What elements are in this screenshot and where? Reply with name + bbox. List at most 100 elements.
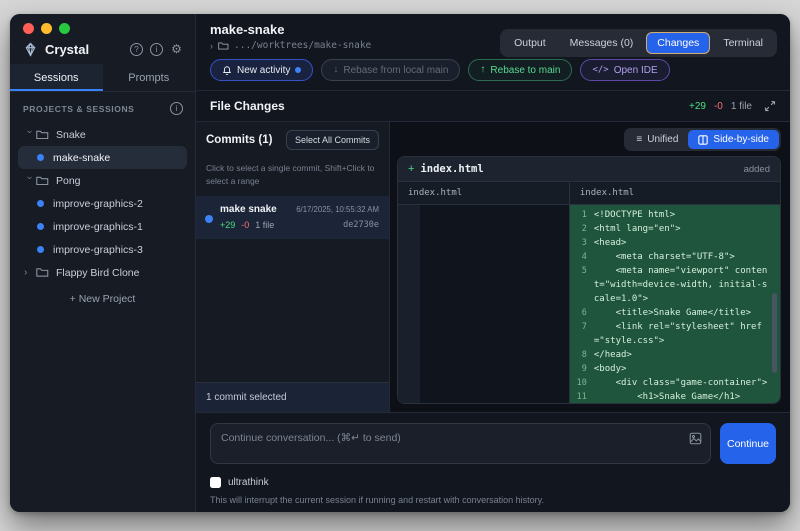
- line-number: 11: [570, 390, 594, 403]
- chevron-right-icon: ›: [24, 267, 35, 278]
- line-number: 1: [570, 208, 594, 222]
- session-item-improve-graphics-3[interactable]: improve-graphics-3: [18, 238, 187, 261]
- close-window-button[interactable]: [23, 23, 34, 34]
- session-item-improve-graphics-1[interactable]: improve-graphics-1: [18, 215, 187, 238]
- commit-timestamp: 6/17/2025, 10:55:32 AM: [296, 205, 379, 214]
- folder-closed-icon: [36, 267, 49, 278]
- tab-sessions[interactable]: Sessions: [10, 64, 103, 91]
- continue-button[interactable]: Continue: [720, 423, 776, 464]
- file-added-icon: +: [408, 163, 414, 175]
- projects-section-label: PROJECTS & SESSIONS: [23, 104, 170, 114]
- code-line: <link rel="stylesheet" href="style.css">: [594, 320, 780, 348]
- open-ide-button[interactable]: </> Open IDE: [580, 59, 669, 81]
- arrow-up-icon: ↑: [480, 65, 485, 75]
- unified-icon: ≡: [636, 135, 642, 145]
- code-icon: </>: [592, 66, 608, 75]
- unified-label: Unified: [647, 134, 678, 145]
- unified-view-button[interactable]: ≡ Unified: [626, 130, 688, 149]
- help-circle-icon[interactable]: ?: [130, 43, 143, 56]
- attach-image-icon[interactable]: [689, 432, 702, 445]
- session-label: improve-graphics-2: [53, 198, 143, 210]
- conversation-input[interactable]: [210, 423, 711, 464]
- code-line: <meta charset="UTF-8">: [594, 250, 780, 264]
- project-label: Snake: [56, 129, 86, 141]
- chevron-down-icon: ›: [24, 130, 35, 141]
- folder-open-icon: [36, 175, 49, 186]
- commit-status-dot: [205, 215, 213, 223]
- app-header: Crystal ? i ⚙: [10, 38, 195, 64]
- session-status-dot: [37, 246, 44, 253]
- line-number: 4: [570, 250, 594, 264]
- main-panel: make-snake › .../worktrees/make-snake Ne…: [196, 14, 790, 512]
- diff-file-header[interactable]: + index.html added: [398, 157, 780, 182]
- project-item-snake[interactable]: › Snake: [18, 123, 187, 146]
- tab-messages[interactable]: Messages (0): [559, 32, 645, 54]
- commit-additions: +29: [220, 220, 235, 230]
- rebase-to-main-button[interactable]: ↑ Rebase to main: [468, 59, 572, 81]
- file-changes-stats: +29 -0 1 file: [689, 100, 776, 112]
- project-label: Pong: [56, 175, 81, 187]
- project-item-flappy-bird-clone[interactable]: › Flappy Bird Clone: [18, 261, 187, 284]
- commit-selection-status: 1 commit selected: [196, 382, 389, 412]
- arrow-down-icon: ↓: [333, 65, 338, 75]
- session-item-make-snake[interactable]: make-snake: [18, 146, 187, 169]
- rebase-to-label: Rebase to main: [490, 65, 560, 76]
- line-number: 2: [570, 222, 594, 236]
- expand-icon[interactable]: [764, 100, 776, 112]
- side-by-side-label: Side-by-side: [713, 134, 769, 145]
- session-label: make-snake: [53, 152, 110, 164]
- tab-output[interactable]: Output: [503, 32, 557, 54]
- line-number: 3: [570, 236, 594, 250]
- file-changes-title: File Changes: [210, 99, 689, 113]
- app-title: Crystal: [45, 42, 130, 57]
- settings-gear-icon[interactable]: ⚙: [170, 43, 183, 56]
- code-line: <div class="game-container">: [594, 376, 780, 390]
- line-number: 8: [570, 348, 594, 362]
- commits-panel: Commits (1) Select All Commits Click to …: [196, 122, 390, 412]
- minimize-window-button[interactable]: [41, 23, 52, 34]
- new-project-button[interactable]: + New Project: [18, 287, 187, 310]
- info-circle-icon[interactable]: i: [150, 43, 163, 56]
- changes-content: Commits (1) Select All Commits Click to …: [196, 122, 790, 412]
- session-label: improve-graphics-3: [53, 244, 143, 256]
- project-item-pong[interactable]: › Pong: [18, 169, 187, 192]
- tab-prompts[interactable]: Prompts: [103, 64, 196, 91]
- side-by-side-icon: [698, 135, 708, 145]
- open-ide-label: Open IDE: [614, 65, 658, 76]
- side-by-side-view-button[interactable]: Side-by-side: [688, 130, 779, 149]
- projects-section-header: PROJECTS & SESSIONS i: [10, 92, 195, 121]
- view-tab-bar: Output Messages (0) Changes Terminal: [500, 29, 777, 57]
- line-number: 7: [570, 320, 594, 334]
- tab-changes[interactable]: Changes: [646, 32, 710, 54]
- code-line: <h1>Snake Game</h1>: [594, 390, 780, 403]
- folder-open-icon: [36, 129, 49, 140]
- zoom-window-button[interactable]: [59, 23, 70, 34]
- code-line: </head>: [594, 348, 780, 362]
- sidebar-header-icons: ? i ⚙: [130, 43, 183, 56]
- commit-row[interactable]: make snake 6/17/2025, 10:55:32 AM +29 -0…: [196, 196, 389, 239]
- new-activity-label: New activity: [237, 65, 290, 76]
- tab-terminal[interactable]: Terminal: [712, 32, 774, 54]
- ultrathink-label: ultrathink: [228, 477, 269, 488]
- sidebar: Crystal ? i ⚙ Sessions Prompts PROJECTS …: [10, 14, 196, 512]
- session-header: make-snake › .../worktrees/make-snake Ne…: [196, 14, 790, 91]
- session-item-improve-graphics-2[interactable]: improve-graphics-2: [18, 192, 187, 215]
- session-actions: New activity ↓ Rebase from local main ↑ …: [210, 59, 776, 81]
- diff-column-headers: index.html index.html: [398, 182, 780, 205]
- ultrathink-checkbox[interactable]: [210, 477, 221, 488]
- project-label: Flappy Bird Clone: [56, 267, 139, 279]
- diff-left-pane: [398, 205, 570, 403]
- diff-scrollbar-thumb[interactable]: [772, 293, 777, 373]
- crystal-logo-icon: [23, 42, 38, 57]
- diff-left-column-header: index.html: [398, 182, 570, 204]
- new-project-label: + New Project: [70, 293, 136, 305]
- interrupt-warning-text: This will interrupt the current session …: [210, 495, 776, 505]
- commit-hash: de2730e: [343, 220, 379, 230]
- diff-mode-toggle: ≡ Unified Side-by-side: [624, 128, 781, 151]
- line-number: 10: [570, 376, 594, 390]
- rebase-from-main-button[interactable]: ↓ Rebase from local main: [321, 59, 460, 81]
- select-all-commits-button[interactable]: Select All Commits: [286, 130, 379, 150]
- section-info-icon[interactable]: i: [170, 102, 183, 115]
- new-activity-button[interactable]: New activity: [210, 59, 313, 81]
- composer: Continue ultrathink This will interrupt …: [196, 412, 790, 512]
